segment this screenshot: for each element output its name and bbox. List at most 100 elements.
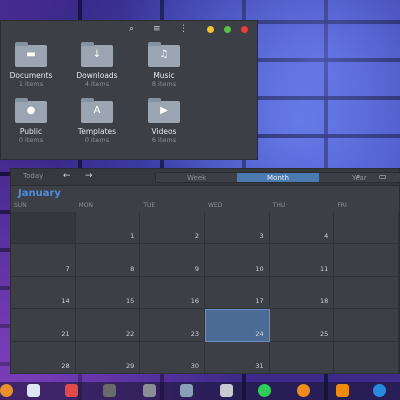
folder-documents[interactable]: ▬ Documents 1 items (1, 42, 61, 88)
day-cell[interactable]: 31 (205, 341, 270, 374)
day-cell[interactable]: 7 (11, 244, 76, 277)
day-cell[interactable] (334, 212, 399, 245)
day-cell[interactable] (11, 212, 76, 245)
weekday-label: WED (208, 202, 223, 209)
tab-month[interactable]: Month (237, 173, 319, 182)
file-manager-window: ⌕ ≡ ⋮ ▬ Documents 1 items ↓ Downloads 4 … (0, 20, 258, 160)
firefox-icon[interactable] (0, 384, 13, 397)
day-cell[interactable]: 1 (75, 212, 141, 245)
spotify-icon[interactable] (258, 384, 271, 397)
next-arrow-icon[interactable]: → (85, 171, 93, 181)
day-cell[interactable]: 16 (140, 276, 205, 310)
day-cell[interactable]: 25 (269, 309, 335, 342)
day-cell[interactable] (334, 244, 399, 277)
day-number: 3 (259, 232, 264, 241)
search-icon[interactable]: ⌕ (129, 24, 134, 34)
weekday-label: MON (78, 202, 94, 209)
day-number: 25 (320, 329, 329, 338)
day-cell[interactable]: 8 (75, 244, 141, 277)
day-cell[interactable] (334, 276, 399, 310)
day-cell[interactable]: 15 (75, 276, 141, 310)
download-arrow-icon: ↓ (92, 49, 102, 60)
day-number: 24 (255, 329, 264, 338)
previous-arrow-icon[interactable]: ← (63, 171, 71, 181)
template-icon: A (93, 105, 101, 116)
day-cell[interactable]: 14 (11, 276, 76, 310)
folder-music[interactable]: ♫ Music 8 items (134, 42, 194, 88)
folder-icon: ↓ (81, 42, 113, 67)
day-cell[interactable]: 22 (75, 309, 141, 342)
day-cell[interactable]: 3 (205, 212, 270, 245)
day-cell[interactable] (334, 341, 399, 374)
folder-count: 1 items (18, 80, 44, 88)
day-number: 9 (194, 264, 199, 273)
tab-week[interactable]: Week (156, 173, 238, 182)
day-number: 14 (61, 297, 70, 306)
day-cell[interactable]: 21 (11, 309, 76, 342)
person-icon: ● (26, 105, 36, 116)
month-title: January (18, 188, 61, 199)
day-number: 17 (255, 297, 264, 306)
window-icon[interactable]: ▭ (379, 172, 387, 181)
maximize-button[interactable] (224, 26, 231, 33)
file-manager-header: ⌕ ≡ ⋮ (1, 21, 257, 37)
day-number: 21 (61, 329, 70, 338)
view-options-icon[interactable]: ≡ (153, 24, 161, 34)
files-icon[interactable] (27, 384, 40, 397)
menu-icon[interactable]: ⋮ (179, 24, 188, 34)
vlc-icon[interactable] (336, 384, 349, 397)
day-cell[interactable]: 2 (140, 212, 205, 245)
day-number: 4 (324, 232, 329, 241)
day-cell[interactable]: 10 (205, 244, 270, 277)
day-cell[interactable]: 28 (11, 341, 76, 374)
day-number: 23 (190, 329, 199, 338)
day-cell[interactable]: 18 (269, 276, 335, 310)
tweaks-icon[interactable] (103, 384, 116, 397)
download-icon[interactable] (373, 384, 386, 397)
day-cell[interactable]: 30 (140, 341, 205, 374)
folder-icon: A (81, 98, 113, 123)
dock (0, 382, 400, 400)
text-editor-icon[interactable] (65, 384, 78, 397)
day-number: 28 (61, 361, 70, 370)
folder-icon: ♫ (148, 42, 180, 67)
folder-public[interactable]: ● Public 0 items (1, 98, 61, 144)
folder-name: Documents (9, 71, 53, 80)
view-switcher: Week Month Year (155, 172, 400, 183)
day-cell[interactable]: 24 (205, 309, 270, 342)
day-number: 16 (190, 297, 199, 306)
day-cell[interactable]: 9 (140, 244, 205, 277)
month-grid: 1 2 3 4 7 8 9 10 11 14 15 16 17 18 21 22 23 24 25 28 29 30 31 (11, 212, 399, 374)
minimize-button[interactable] (207, 26, 214, 33)
day-cell[interactable] (269, 341, 335, 374)
folder-icon: ● (15, 98, 47, 123)
calculator-icon[interactable] (143, 384, 156, 397)
day-cell[interactable]: 4 (269, 212, 335, 245)
folder-grid: ▬ Documents 1 items ↓ Downloads 4 items … (1, 39, 257, 159)
day-cell[interactable]: 11 (269, 244, 335, 277)
day-number: 29 (126, 361, 135, 370)
folder-name: Public (19, 127, 43, 136)
screenshot-icon[interactable] (180, 384, 193, 397)
folder-downloads[interactable]: ↓ Downloads 4 items (67, 42, 127, 88)
folder-name: Music (153, 71, 175, 80)
search-icon[interactable]: ⌕ (356, 172, 360, 182)
today-button[interactable]: Today (23, 172, 43, 180)
weekday-label: TUE (143, 202, 156, 209)
drive-icon[interactable] (220, 384, 233, 397)
backup-icon[interactable] (297, 384, 310, 397)
day-cell[interactable]: 17 (205, 276, 270, 310)
weekday-label: FRI (337, 202, 347, 209)
folder-icon: ▬ (15, 42, 47, 67)
day-number: 7 (65, 264, 70, 273)
folder-count: 6 items (151, 136, 177, 144)
weekday-header: SUN MON TUE WED THU FRI (11, 202, 399, 212)
close-button[interactable] (241, 26, 248, 33)
day-number: 1 (130, 232, 135, 241)
folder-templates[interactable]: A Templates 0 items (67, 98, 127, 144)
folder-videos[interactable]: ▶ Videos 6 items (134, 98, 194, 144)
day-number: 15 (126, 297, 135, 306)
day-cell[interactable]: 23 (140, 309, 205, 342)
day-cell[interactable]: 29 (75, 341, 141, 374)
day-cell[interactable] (334, 309, 399, 342)
